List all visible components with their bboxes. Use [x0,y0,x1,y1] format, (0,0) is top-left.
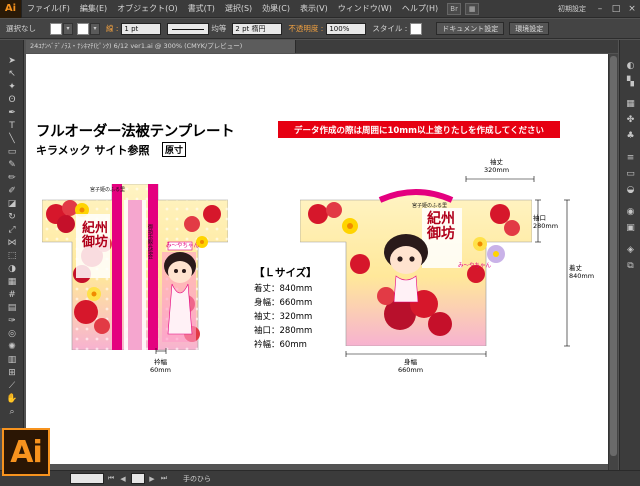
slice-tool-icon[interactable]: ⟋ [6,381,18,392]
pencil-tool-icon[interactable]: ✏ [6,173,18,184]
minimize-icon[interactable]: – [592,2,608,16]
paintbrush-tool-icon[interactable]: ✎ [6,160,18,171]
control-bar: 選択なし ▾ ▾ 線 : 1 pt 均等 2 pt 楕円 不透明度 : 100%… [0,19,640,39]
graphic-style-swatch[interactable] [410,22,423,35]
artboards-panel-icon[interactable]: ⧉ [624,260,637,271]
menu-bar: Ai ファイル(F) 編集(E) オブジェクト(O) 書式(T) 選択(S) 効… [0,0,640,18]
menu-effect[interactable]: 効果(C) [257,0,295,18]
menu-edit[interactable]: 編集(E) [75,0,112,18]
first-artboard-icon[interactable]: ⏮ [106,474,116,484]
menu-select[interactable]: 選択(S) [220,0,257,18]
symbol-sprayer-tool-icon[interactable]: ✺ [6,342,18,353]
zoom-field[interactable] [70,473,104,484]
prev-artboard-icon[interactable]: ◀ [118,474,128,484]
close-icon[interactable]: × [624,2,640,16]
dim-collar-label: 衿幅 60mm [150,358,171,374]
stroke-panel-icon[interactable]: ≡ [624,152,637,163]
dim-cuff-label: 袖口 280mm [533,214,559,230]
rectangle-tool-icon[interactable]: ▭ [6,147,18,158]
illustrator-badge: Ai [2,428,50,476]
menu-type[interactable]: 書式(T) [183,0,220,18]
opacity-label[interactable]: 不透明度 : [288,23,323,34]
color-guide-icon[interactable]: ▚ [624,76,637,87]
type-tool-icon[interactable]: T [6,121,18,132]
graphic-styles-panel-icon[interactable]: ▣ [624,222,637,233]
transparency-panel-icon[interactable]: ◒ [624,184,637,195]
blob-brush-tool-icon[interactable]: ✐ [6,186,18,197]
magic-wand-tool-icon[interactable]: ✦ [6,82,18,93]
profile-label: 均等 [211,24,227,33]
width-tool-icon[interactable]: ⋈ [6,238,18,249]
eraser-tool-icon[interactable]: ◪ [6,199,18,210]
workspace-switcher[interactable]: 初期設定 [552,4,592,14]
color-panel-icon[interactable]: ◐ [624,60,637,71]
document-tab[interactable]: 24ﾕﾅﾝﾍﾞﾃﾞﾉﾗｽ・ﾅｼﾈﾏﾁ(ﾋﾟﾝｸ) 6/12 ver1.ai @ … [26,40,296,53]
blend-tool-icon[interactable]: ◎ [6,329,18,340]
fill-dropdown-icon[interactable]: ▾ [63,22,73,35]
artboard-number-field[interactable] [131,473,145,484]
app-logo: Ai [0,0,22,18]
layers-panel-icon[interactable]: ◈ [624,244,637,255]
dimension-lines [155,176,570,357]
menu-object[interactable]: オブジェクト(O) [112,0,183,18]
stroke-weight-field[interactable]: 1 pt [121,22,162,35]
fill-swatch[interactable] [50,22,62,35]
bridge-button[interactable]: Br [447,2,462,15]
artboard-tool-icon[interactable]: ⊞ [6,368,18,379]
column-graph-tool-icon[interactable]: ▥ [6,355,18,366]
menu-help[interactable]: ヘルプ(H) [397,0,443,18]
dim-body-width-label: 身幅 660mm [398,358,424,374]
current-tool-status: 手のひら [183,474,211,483]
scale-tool-icon[interactable]: ⤢ [6,225,18,236]
selection-tool-icon[interactable]: ➤ [6,56,18,67]
eyedropper-tool-icon[interactable]: ✑ [6,316,18,327]
hand-tool-icon[interactable]: ✋ [6,394,18,405]
brushes-panel-icon[interactable]: ✤ [624,114,637,125]
stroke-swatch[interactable] [77,22,89,35]
perspective-grid-tool-icon[interactable]: ▦ [6,277,18,288]
tools-panel: ➤ ↖ ✦ ʘ ✒ T ╲ ▭ ✎ ✏ ✐ ◪ ↻ ⤢ ⋈ ⬚ ◑ ▦ # ▤ … [0,40,24,428]
rotate-tool-icon[interactable]: ↻ [6,212,18,223]
scrollbar-thumb[interactable] [610,56,617,456]
stroke-label[interactable]: 線 : [106,23,118,34]
direct-selection-tool-icon[interactable]: ↖ [6,69,18,80]
panel-dock: ◐ ▚ ▦ ✤ ♣ ≡ ▭ ◒ ◉ ▣ ◈ ⧉ [619,40,640,470]
style-label: スタイル : [372,24,408,33]
opacity-field[interactable]: 100% [326,22,367,35]
maximize-icon[interactable]: □ [608,2,624,16]
status-bar: ⏮ ◀ ▶ ⏭ 手のひら [0,470,640,486]
stroke-dropdown-icon[interactable]: ▾ [90,22,100,35]
menu-view[interactable]: 表示(V) [295,0,333,18]
document-tab-bar: 24ﾕﾅﾝﾍﾞﾃﾞﾉﾗｽ・ﾅｼﾈﾏﾁ(ﾋﾟﾝｸ) 6/12 ver1.ai @ … [26,40,618,53]
document-setup-button[interactable]: ドキュメント設定 [436,22,505,35]
vertical-scrollbar[interactable] [608,54,618,470]
preferences-button[interactable]: 環境設定 [509,22,550,35]
gradient-tool-icon[interactable]: ▤ [6,303,18,314]
canvas-area[interactable]: フルオーダー法被テンプレート データ作成の際は周囲に10mm以上塗りたしを作成し… [26,54,619,470]
free-transform-tool-icon[interactable]: ⬚ [6,251,18,262]
swatches-panel-icon[interactable]: ▦ [624,98,637,109]
arrange-documents-button[interactable]: ▦ [465,2,480,15]
line-tool-icon[interactable]: ╲ [6,134,18,145]
shape-builder-tool-icon[interactable]: ◑ [6,264,18,275]
artboard[interactable]: フルオーダー法被テンプレート データ作成の際は周囲に10mm以上塗りたしを作成し… [26,54,611,464]
dim-sleeve-label: 袖丈 320mm [484,158,510,174]
menu-file[interactable]: ファイル(F) [22,0,75,18]
symbols-panel-icon[interactable]: ♣ [624,130,637,141]
brush-definition-field[interactable]: 2 pt 楕円 [232,22,283,35]
selection-status: 選択なし [6,24,36,33]
pen-tool-icon[interactable]: ✒ [6,108,18,119]
dim-length-label: 着丈 840mm [569,264,595,280]
gradient-panel-icon[interactable]: ▭ [624,168,637,179]
illustrator-window: Ai ファイル(F) 編集(E) オブジェクト(O) 書式(T) 選択(S) 効… [0,0,640,486]
appearance-panel-icon[interactable]: ◉ [624,206,637,217]
zoom-tool-icon[interactable]: ⌕ [6,407,18,418]
mesh-tool-icon[interactable]: # [6,290,18,301]
next-artboard-icon[interactable]: ▶ [147,474,157,484]
last-artboard-icon[interactable]: ⏭ [159,474,169,484]
variable-width-profile[interactable] [167,22,210,35]
menu-window[interactable]: ウィンドウ(W) [333,0,397,18]
lasso-tool-icon[interactable]: ʘ [6,95,18,106]
